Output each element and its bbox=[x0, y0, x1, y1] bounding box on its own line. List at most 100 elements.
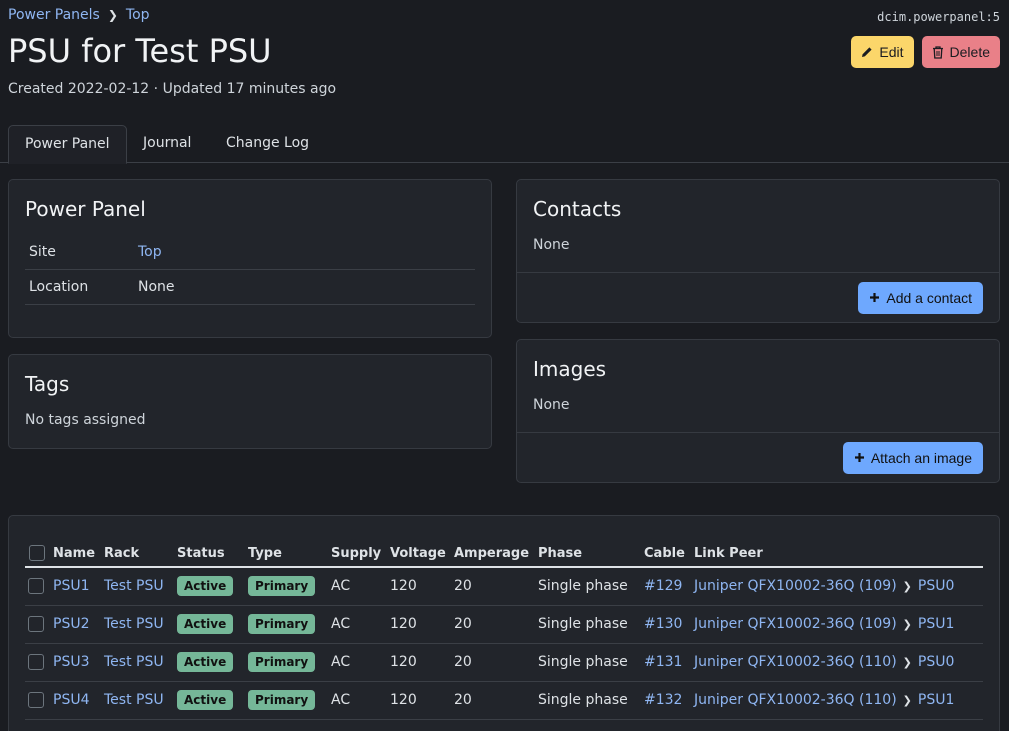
contacts-card: Contacts None Add a contact bbox=[516, 179, 1000, 323]
supply-cell: AC bbox=[331, 605, 390, 644]
amperage-cell: 20 bbox=[454, 605, 538, 644]
peer-port-link[interactable]: PSU1 bbox=[918, 616, 954, 632]
phase-cell: Single phase bbox=[538, 681, 644, 720]
peer-device-link[interactable]: Juniper QFX10002-36Q (110) bbox=[694, 692, 897, 708]
type-badge: Primary bbox=[248, 690, 316, 710]
link-peer-cell: Juniper QFX10002-36Q (110) ❯ PSU1 bbox=[694, 681, 983, 720]
peer-device-link[interactable]: Juniper QFX10002-36Q (110) bbox=[694, 654, 897, 670]
column-header-name[interactable]: Name bbox=[53, 540, 104, 568]
peer-device-link[interactable]: Juniper QFX10002-36Q (109) bbox=[694, 616, 897, 632]
voltage-cell: 120 bbox=[390, 605, 454, 644]
cable-link[interactable]: #131 bbox=[644, 654, 682, 670]
edit-button[interactable]: Edit bbox=[851, 36, 914, 68]
object-actions: Edit Delete bbox=[851, 36, 1000, 68]
power-panel-card: Power Panel Site Top Location None bbox=[8, 179, 492, 338]
attach-image-label: Attach an image bbox=[870, 449, 972, 466]
type-badge: Primary bbox=[248, 576, 316, 597]
tags-empty-message: No tags assigned bbox=[25, 412, 146, 428]
delete-button[interactable]: Delete bbox=[921, 36, 1000, 68]
status-badge: Active bbox=[177, 652, 234, 672]
voltage-cell: 120 bbox=[390, 643, 454, 682]
location-label: Location bbox=[29, 279, 89, 295]
chevron-right-icon: ❯ bbox=[902, 618, 912, 631]
object-timestamps: Created 2022-02-12 · Updated 17 minutes … bbox=[8, 81, 337, 97]
add-contact-label: Add a contact bbox=[886, 289, 972, 306]
row-checkbox[interactable] bbox=[28, 578, 44, 595]
breadcrumb-site[interactable]: Top bbox=[126, 7, 150, 23]
breadcrumb-power-panels[interactable]: Power Panels bbox=[8, 7, 100, 23]
peer-port-link[interactable]: PSU1 bbox=[918, 692, 954, 708]
chevron-right-icon: ❯ bbox=[902, 694, 912, 707]
column-header-status[interactable]: Status bbox=[177, 540, 248, 568]
site-link[interactable]: Top bbox=[138, 244, 162, 260]
power-panel-heading: Power Panel bbox=[25, 197, 146, 221]
status-badge: Active bbox=[177, 614, 234, 634]
edit-button-label: Edit bbox=[879, 44, 904, 60]
cable-link[interactable]: #130 bbox=[644, 616, 682, 632]
trash-icon bbox=[932, 45, 943, 59]
status-badge: Active bbox=[177, 690, 234, 710]
feed-name-link[interactable]: PSU2 bbox=[53, 616, 89, 632]
feed-name-link[interactable]: PSU1 bbox=[53, 578, 89, 594]
rack-link[interactable]: Test PSU bbox=[104, 616, 164, 632]
attribute-row-site: Site Top bbox=[25, 235, 475, 270]
phase-cell: Single phase bbox=[538, 605, 644, 644]
images-card: Images None Attach an image bbox=[516, 339, 1000, 483]
row-checkbox[interactable] bbox=[28, 654, 44, 670]
table-header-row: Name Rack Status Type Supply Voltage Amp… bbox=[25, 540, 983, 568]
rack-link[interactable]: Test PSU bbox=[104, 578, 164, 594]
tags-card: Tags No tags assigned bbox=[8, 354, 492, 449]
column-header-cable[interactable]: Cable bbox=[644, 540, 694, 568]
select-all-checkbox[interactable] bbox=[29, 545, 45, 561]
column-header-type[interactable]: Type bbox=[248, 540, 331, 568]
attribute-row-location: Location None bbox=[25, 270, 475, 305]
supply-cell: AC bbox=[331, 567, 390, 606]
feed-name-link[interactable]: PSU4 bbox=[53, 692, 89, 708]
table-row: PSU4 Test PSU Active Primary AC 120 20 S… bbox=[25, 681, 983, 720]
status-badge: Active bbox=[177, 576, 234, 597]
images-empty-message: None bbox=[533, 397, 570, 413]
power-panel-attributes: Site Top Location None bbox=[25, 235, 475, 305]
column-header-supply[interactable]: Supply bbox=[331, 540, 390, 568]
amperage-cell: 20 bbox=[454, 567, 538, 606]
column-header-phase[interactable]: Phase bbox=[538, 540, 644, 568]
row-select-cell bbox=[25, 681, 53, 720]
chevron-right-icon: ❯ bbox=[107, 8, 118, 22]
feed-name-link[interactable]: PSU3 bbox=[53, 654, 89, 670]
row-checkbox[interactable] bbox=[28, 616, 44, 632]
column-header-amperage[interactable]: Amperage bbox=[454, 540, 538, 568]
tab-journal[interactable]: Journal bbox=[127, 125, 207, 163]
column-header-voltage[interactable]: Voltage bbox=[390, 540, 454, 568]
table-row: PSU3 Test PSU Active Primary AC 120 20 S… bbox=[25, 643, 983, 682]
table-row: PSU1 Test PSU Active Primary AC 120 20 S… bbox=[25, 567, 983, 606]
amperage-cell: 20 bbox=[454, 681, 538, 720]
cable-link[interactable]: #129 bbox=[644, 578, 682, 594]
tab-change-log[interactable]: Change Log bbox=[210, 125, 325, 163]
rack-link[interactable]: Test PSU bbox=[104, 692, 164, 708]
column-header-rack[interactable]: Rack bbox=[104, 540, 177, 568]
pencil-icon bbox=[862, 47, 873, 57]
attach-image-button[interactable]: Attach an image bbox=[842, 441, 983, 474]
supply-cell: AC bbox=[331, 681, 390, 720]
peer-port-link[interactable]: PSU0 bbox=[918, 654, 954, 670]
cable-link[interactable]: #132 bbox=[644, 692, 682, 708]
amperage-cell: 20 bbox=[454, 643, 538, 682]
add-contact-button[interactable]: Add a contact bbox=[858, 281, 983, 314]
row-checkbox[interactable] bbox=[28, 692, 44, 708]
page: Power Panels ❯ Top dcim.powerpanel:5 PSU… bbox=[0, 0, 1009, 731]
peer-device-link[interactable]: Juniper QFX10002-36Q (109) bbox=[694, 578, 897, 594]
column-header-link-peer[interactable]: Link Peer bbox=[694, 540, 983, 568]
plus-icon bbox=[870, 293, 880, 302]
tab-power-panel[interactable]: Power Panel bbox=[8, 125, 127, 164]
images-card-footer: Attach an image bbox=[517, 432, 999, 482]
contacts-heading: Contacts bbox=[533, 197, 622, 221]
location-value: None bbox=[138, 279, 175, 295]
power-feeds-table-body: PSU1 Test PSU Active Primary AC 120 20 S… bbox=[25, 567, 983, 720]
rack-link[interactable]: Test PSU bbox=[104, 654, 164, 670]
contacts-empty-message: None bbox=[533, 237, 570, 253]
type-badge: Primary bbox=[248, 614, 316, 634]
peer-port-link[interactable]: PSU0 bbox=[918, 578, 954, 594]
plus-icon bbox=[854, 453, 864, 462]
voltage-cell: 120 bbox=[390, 681, 454, 720]
images-heading: Images bbox=[533, 357, 607, 381]
